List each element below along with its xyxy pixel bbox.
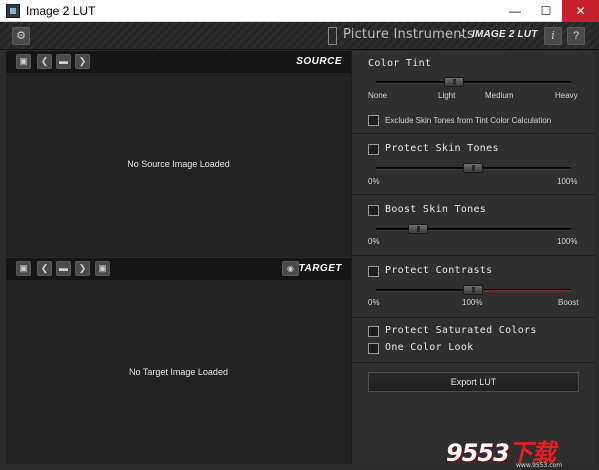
source-label: SOURCE <box>296 56 342 67</box>
watermark-url: www.9553.com <box>516 462 563 469</box>
protect-contrasts-boost-fill <box>474 290 571 292</box>
boost-skin-min: 0% <box>368 237 380 246</box>
watermark-number: 9553 <box>446 439 510 467</box>
boost-skin-section: Boost Skin Tones 0% 100% <box>352 195 595 256</box>
color-tint-title: Color Tint <box>368 58 432 69</box>
color-tint-slider-handle[interactable] <box>444 77 464 87</box>
app-icon <box>6 4 20 18</box>
eye-icon: ◉ <box>287 264 294 273</box>
protect-saturated-checkbox[interactable] <box>368 326 379 337</box>
window-title: Image 2 LUT <box>26 4 96 18</box>
exclude-skin-tones-label: Exclude Skin Tones from Tint Color Calcu… <box>385 116 552 125</box>
protect-skin-checkbox[interactable] <box>368 144 379 155</box>
target-label: TARGET <box>298 263 342 274</box>
controls-panel: Color Tint None Light Medium Heavy Exclu… <box>351 51 595 464</box>
protect-contrasts-max: Boost <box>558 298 579 307</box>
target-toolbar: ▣ ❮ ▬ ❯ ▣ ◉ TARGET <box>6 258 351 280</box>
target-save-button[interactable]: ▣ <box>16 261 31 276</box>
saturation-section: Protect Saturated Colors One Color Look <box>352 318 595 363</box>
target-preview-button[interactable]: ◉ <box>282 261 299 276</box>
protect-skin-slider-handle[interactable] <box>463 163 483 173</box>
protect-contrasts-mid: 100% <box>462 298 483 307</box>
image-panels: ▣ ❮ ▬ ❯ SOURCE No Source Image Loaded ▣ … <box>6 51 351 464</box>
info-button[interactable]: i <box>544 27 562 45</box>
protect-saturated-title: Protect Saturated Colors <box>385 325 537 336</box>
protect-contrasts-title: Protect Contrasts <box>385 265 493 276</box>
brand-separator: - <box>459 27 464 42</box>
target-next-button[interactable]: ❯ <box>75 261 90 276</box>
protect-skin-title: Protect Skin Tones <box>385 143 499 154</box>
settings-button[interactable]: ⚙ <box>12 27 30 45</box>
chevron-right-icon: ❯ <box>78 56 87 66</box>
source-open-button[interactable]: ▬ <box>56 54 71 69</box>
boost-skin-slider-track[interactable] <box>376 228 571 231</box>
minimize-button[interactable]: — <box>500 0 530 22</box>
protect-contrasts-slider-handle[interactable] <box>463 285 483 295</box>
source-next-button[interactable]: ❯ <box>75 54 90 69</box>
one-color-look-title: One Color Look <box>385 342 474 353</box>
tint-tick-medium: Medium <box>485 91 514 100</box>
target-open-button[interactable]: ▬ <box>56 261 71 276</box>
source-save-button[interactable]: ▣ <box>16 54 31 69</box>
app-header: ⚙ Picture Instruments - IMAGE 2 LUT i ? <box>0 22 599 50</box>
export-lut-button[interactable]: Export LUT <box>368 372 579 392</box>
tint-tick-light: Light <box>438 91 456 100</box>
tint-tick-heavy: Heavy <box>555 91 578 100</box>
color-tint-section: Color Tint None Light Medium Heavy Exclu… <box>352 51 595 134</box>
product-name: IMAGE 2 LUT <box>472 29 538 40</box>
source-image-area[interactable]: No Source Image Loaded <box>6 73 351 257</box>
exclude-skin-tones-checkbox[interactable] <box>368 115 379 126</box>
protect-skin-section: Protect Skin Tones 0% 100% <box>352 134 595 195</box>
protect-contrasts-section: Protect Contrasts 0% 100% Boost <box>352 256 595 318</box>
tint-tick-none: None <box>368 91 388 100</box>
source-toolbar: ▣ ❮ ▬ ❯ SOURCE <box>6 51 351 73</box>
chevron-left-icon: ❮ <box>40 263 49 273</box>
gear-icon: ⚙ <box>16 30 26 42</box>
target-prev-button[interactable]: ❮ <box>37 261 52 276</box>
one-color-look-checkbox[interactable] <box>368 343 379 354</box>
save-icon: ▣ <box>19 56 28 66</box>
close-button[interactable]: ✕ <box>562 0 599 22</box>
chevron-right-icon: ❯ <box>78 263 87 273</box>
save-icon: ▣ <box>98 263 107 273</box>
chevron-left-icon: ❮ <box>40 56 49 66</box>
picture-instruments-logo <box>328 27 337 45</box>
target-empty-message: No Target Image Loaded <box>129 367 228 377</box>
protect-skin-min: 0% <box>368 177 380 186</box>
folder-icon: ▬ <box>59 263 68 273</box>
source-prev-button[interactable]: ❮ <box>37 54 52 69</box>
protect-contrasts-checkbox[interactable] <box>368 266 379 277</box>
save-icon: ▣ <box>19 263 28 273</box>
boost-skin-title: Boost Skin Tones <box>385 204 487 215</box>
folder-icon: ▬ <box>59 56 68 66</box>
site-watermark: 9553下载 www.9553.com <box>446 433 562 469</box>
target-image-area[interactable]: No Target Image Loaded <box>6 280 351 464</box>
brand-name: Picture Instruments <box>343 27 474 42</box>
source-empty-message: No Source Image Loaded <box>127 159 230 169</box>
target-export-image-button[interactable]: ▣ <box>95 261 110 276</box>
boost-skin-checkbox[interactable] <box>368 205 379 216</box>
color-tint-slider-track[interactable] <box>376 81 571 84</box>
window-title-bar: Image 2 LUT — ☐ ✕ <box>0 0 599 22</box>
help-button[interactable]: ? <box>567 27 585 45</box>
boost-skin-slider-handle[interactable] <box>408 224 428 234</box>
boost-skin-max: 100% <box>557 237 578 246</box>
maximize-button[interactable]: ☐ <box>531 0 561 22</box>
protect-skin-max: 100% <box>557 177 578 186</box>
protect-contrasts-min: 0% <box>368 298 380 307</box>
